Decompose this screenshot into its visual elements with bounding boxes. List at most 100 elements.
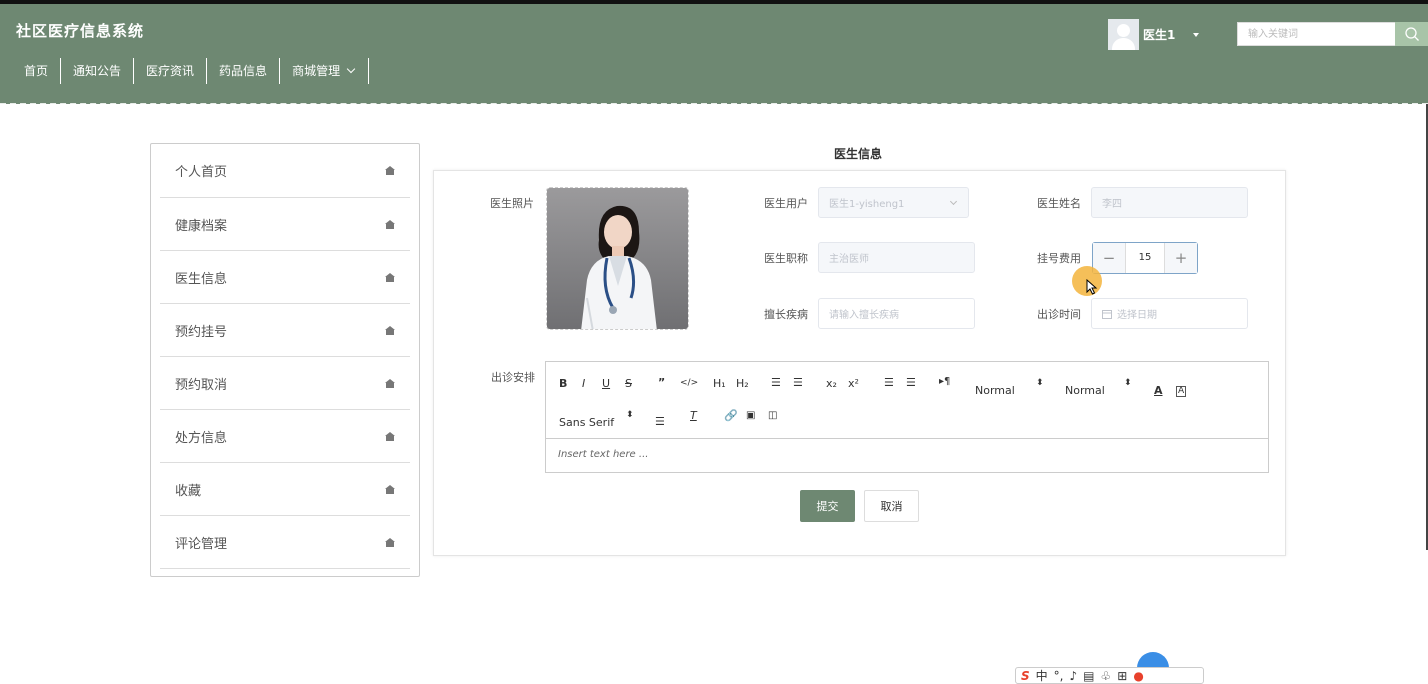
nav-label: 通知公告: [73, 64, 122, 78]
fee-label: 挂号费用: [1037, 252, 1081, 265]
search-button[interactable]: [1395, 22, 1428, 46]
superscript-icon[interactable]: x²: [848, 377, 859, 390]
size-select[interactable]: Normal: [1065, 384, 1105, 397]
chevron-down-icon: [346, 64, 356, 74]
blockquote-icon[interactable]: ”: [658, 376, 665, 389]
bold-icon[interactable]: B: [559, 377, 567, 390]
chevron-down-icon: [949, 197, 958, 206]
font-select-arrow-icon: ⬍: [626, 410, 634, 420]
sidebar-item-label: 健康档案: [175, 218, 228, 234]
home-icon: [385, 272, 395, 282]
h2-icon[interactable]: H₂: [736, 377, 749, 390]
italic-icon[interactable]: I: [582, 377, 585, 390]
image-icon[interactable]: ▣: [746, 410, 755, 421]
date-picker[interactable]: 选择日期: [1091, 298, 1248, 329]
search-icon: [1404, 27, 1419, 41]
sogou-logo-icon[interactable]: S: [1021, 669, 1030, 683]
sidebar-item-profile[interactable]: 个人首页: [160, 144, 410, 198]
sidebar-item-prescription[interactable]: 处方信息: [160, 410, 410, 463]
header-select[interactable]: Normal: [975, 384, 1015, 397]
keyboard-icon[interactable]: ▤: [1083, 669, 1094, 683]
microphone-icon[interactable]: ♪: [1070, 669, 1078, 683]
fee-stepper[interactable]: − 15 +: [1092, 242, 1198, 274]
background-color-icon[interactable]: A: [1176, 386, 1187, 397]
sidebar-item-doctor-info[interactable]: 医生信息: [160, 251, 410, 304]
skin-icon[interactable]: ♧: [1101, 669, 1112, 683]
editor-toolbar: B I U S ” </> H₁ H₂ ☰ ☰ x₂ x² ☰ ☰ ▸¶ Nor…: [546, 362, 1268, 439]
name-label: 医生姓名: [1037, 197, 1081, 210]
font-select[interactable]: Sans Serif: [559, 416, 614, 429]
date-placeholder: 选择日期: [1117, 310, 1157, 321]
caret-down-icon: [1193, 32, 1200, 37]
nav-label: 医疗资讯: [146, 64, 195, 78]
sidebar-item-label: 收藏: [175, 483, 202, 499]
punctuation-icon[interactable]: °,: [1054, 669, 1064, 683]
user-menu[interactable]: 医生1: [1108, 19, 1200, 50]
sidebar-item-favorites[interactable]: 收藏: [160, 463, 410, 516]
align-icon[interactable]: ☰: [655, 415, 665, 428]
ordered-list-icon[interactable]: ☰: [771, 376, 781, 389]
sidebar-item-label: 医生信息: [175, 271, 228, 287]
subscript-icon[interactable]: x₂: [826, 377, 837, 390]
strike-icon[interactable]: S: [625, 377, 632, 390]
sidebar-item-label: 评论管理: [175, 536, 228, 552]
nav-item-notices[interactable]: 通知公告: [61, 58, 135, 84]
job-title-value: 主治医师: [829, 254, 869, 265]
fee-value[interactable]: 15: [1125, 243, 1165, 273]
search-input[interactable]: [1237, 22, 1395, 46]
app-title: 社区医疗信息系统: [16, 22, 145, 40]
home-icon: [385, 537, 395, 547]
main-nav: 首页 通知公告 医疗资讯 药品信息 商城管理: [12, 57, 370, 85]
sidebar-item-health-record[interactable]: 健康档案: [160, 198, 410, 251]
doctor-photo[interactable]: [546, 187, 689, 330]
specialty-input[interactable]: 请输入擅长疾病: [818, 298, 975, 329]
nav-item-home[interactable]: 首页: [12, 58, 62, 84]
nav-label: 商城管理: [292, 64, 341, 78]
link-icon[interactable]: 🔗: [724, 409, 738, 422]
mascot-icon[interactable]: ●: [1133, 669, 1143, 683]
increment-button[interactable]: +: [1165, 243, 1197, 273]
sidebar-item-comments[interactable]: 评论管理: [160, 516, 410, 569]
submit-button[interactable]: 提交: [800, 490, 855, 522]
name-field[interactable]: 李四: [1091, 187, 1248, 218]
toolbox-icon[interactable]: ⊞: [1117, 669, 1127, 683]
sidebar-item-appointment[interactable]: 预约挂号: [160, 304, 410, 357]
home-icon: [385, 166, 395, 175]
home-icon: [385, 325, 395, 335]
name-value: 李四: [1102, 199, 1122, 210]
video-icon[interactable]: ◫: [768, 410, 777, 421]
account-select[interactable]: 医生1-yisheng1: [818, 187, 969, 218]
underline-icon[interactable]: U: [602, 377, 610, 390]
sidebar-item-label: 预约取消: [175, 377, 228, 393]
ime-toolbar: S 中 °, ♪ ▤ ♧ ⊞ ●: [1015, 667, 1204, 684]
user-name: 医生1: [1143, 28, 1176, 42]
nav-item-news[interactable]: 医疗资讯: [134, 58, 208, 84]
clear-format-icon[interactable]: T: [690, 409, 697, 422]
decrement-button[interactable]: −: [1093, 243, 1125, 273]
home-icon: [385, 431, 395, 441]
outdent-icon[interactable]: ☰: [884, 376, 894, 389]
indent-icon[interactable]: ☰: [906, 376, 916, 389]
account-label: 医生用户: [764, 197, 808, 210]
specialty-label: 擅长疾病: [764, 308, 808, 321]
h1-icon[interactable]: H₁: [713, 377, 726, 390]
sidebar-item-label: 个人首页: [175, 165, 228, 180]
code-icon[interactable]: </>: [680, 378, 698, 388]
job-title-field[interactable]: 主治医师: [818, 242, 975, 273]
schedule-label: 出诊安排: [491, 371, 535, 384]
specialty-placeholder: 请输入擅长疾病: [829, 310, 899, 321]
nav-item-drugs[interactable]: 药品信息: [207, 58, 281, 84]
cancel-button[interactable]: 取消: [864, 490, 919, 522]
home-icon: [385, 484, 395, 494]
editor-content[interactable]: Insert text here ...: [546, 439, 1268, 470]
ime-lang-toggle[interactable]: 中: [1036, 667, 1048, 684]
header-bar: 社区医疗信息系统 首页 通知公告 医疗资讯 药品信息 商城管理 医生1: [0, 4, 1428, 104]
title-label: 医生职称: [764, 252, 808, 265]
sidebar-item-appointment-cancel[interactable]: 预约取消: [160, 357, 410, 410]
sidebar-item-label: 处方信息: [175, 430, 228, 446]
text-direction-icon[interactable]: ▸¶: [939, 376, 950, 387]
bullet-list-icon[interactable]: ☰: [793, 376, 803, 389]
nav-item-shop[interactable]: 商城管理: [280, 58, 370, 84]
font-color-icon[interactable]: A: [1154, 384, 1163, 397]
header-select-arrow-icon: ⬍: [1036, 378, 1044, 388]
